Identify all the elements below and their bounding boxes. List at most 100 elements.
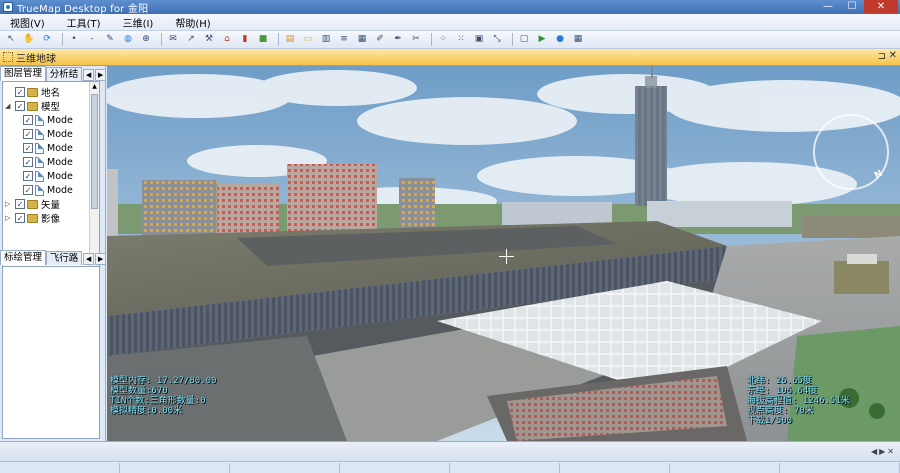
toolbar-separator <box>62 33 63 46</box>
toolbar-separator <box>512 33 513 46</box>
hud-line: 下载1/500 <box>747 416 793 426</box>
ruler-icon[interactable]: ▥ <box>319 33 333 46</box>
status-cell <box>780 463 900 473</box>
close-button[interactable]: ✕ <box>864 0 898 13</box>
menu-tools[interactable]: 工具(T) <box>56 15 112 30</box>
menu-3d[interactable]: 三维(I) <box>112 15 165 30</box>
layer-label: Mode <box>47 142 73 154</box>
tab-left-arrow-icon[interactable]: ◀ <box>83 69 95 81</box>
zoom-icon[interactable]: ⊕ <box>139 33 153 46</box>
layer-tree-item[interactable]: ✓ Mode <box>23 169 73 183</box>
layer-checkbox[interactable]: ✓ <box>15 213 25 223</box>
edit-icon[interactable]: ✎ <box>103 33 117 46</box>
scatter2-icon[interactable]: ⁙ <box>454 33 468 46</box>
tab-analysis[interactable]: 分析结 <box>45 67 83 81</box>
globe-blue-icon[interactable]: ● <box>553 33 567 46</box>
grid-icon[interactable]: ▦ <box>571 33 585 46</box>
wrench-icon[interactable]: ⚒ <box>202 33 216 46</box>
status-cell <box>560 463 670 473</box>
dash-icon[interactable]: ‐ <box>85 33 99 46</box>
window-icon[interactable]: ▢ <box>517 33 531 46</box>
layer-tree-item[interactable]: ◢ ✓ 模型 <box>5 99 60 113</box>
layer-checkbox[interactable]: ✓ <box>15 87 25 97</box>
layers-orange-icon[interactable]: ▤ <box>283 33 297 46</box>
minimize-button[interactable]: — <box>816 0 840 13</box>
layer-tree-item[interactable]: ▷ ✓ 矢量 <box>5 197 60 211</box>
export-icon[interactable]: ▶ <box>535 33 549 46</box>
layer-tabs: 图层管理 分析结 ◀ ▶ <box>0 66 106 81</box>
file-icon <box>35 184 44 196</box>
layer-label: 影像 <box>41 214 61 225</box>
layer-tree-item[interactable]: ✓ Mode <box>23 183 73 197</box>
tab-label-manager[interactable]: 标绘管理 <box>0 250 46 265</box>
hud-line: 模型数量:670 <box>110 386 168 396</box>
camera-icon[interactable]: ▣ <box>472 33 486 46</box>
status-cell <box>120 463 230 473</box>
file-icon <box>35 170 44 182</box>
hand-icon[interactable]: ✋ <box>22 33 36 46</box>
toolbar-separator <box>431 33 432 46</box>
folder-open-icon[interactable]: ▭ <box>301 33 315 46</box>
maximize-button[interactable]: ☐ <box>840 0 864 13</box>
layer-tree-item[interactable]: ✓ 地名 <box>5 85 60 99</box>
document-title[interactable]: 三维地球 <box>16 50 56 65</box>
tab-flight-path[interactable]: 飞行路 <box>45 251 83 265</box>
house-red-icon[interactable]: ⌂ <box>220 33 234 46</box>
layer-checkbox[interactable]: ✓ <box>23 129 33 139</box>
file-icon <box>35 128 44 140</box>
layer-checkbox[interactable]: ✓ <box>23 185 33 195</box>
status-cell <box>340 463 450 473</box>
status-cell <box>670 463 780 473</box>
globe-icon[interactable]: ◍ <box>121 33 135 46</box>
layer-tree-item[interactable]: ✓ Mode <box>23 113 73 127</box>
chart-icon[interactable]: ▦ <box>355 33 369 46</box>
left-panel: 图层管理 分析结 ◀ ▶ ✓ 地名 ◢ ✓ 模型 ✓ Mode ✓ Mode ✓ Mode ✓ Mode… <box>0 66 106 441</box>
layer-tree-item[interactable]: ✓ Mode <box>23 155 73 169</box>
compass-icon[interactable]: N <box>813 114 889 190</box>
doc-icon <box>3 52 13 62</box>
layer-checkbox[interactable]: ✓ <box>23 115 33 125</box>
tab2-left-arrow-icon[interactable]: ◀ <box>83 253 95 265</box>
scatter-icon[interactable]: ⁘ <box>436 33 450 46</box>
pin-icon[interactable]: ⊐ <box>878 51 886 62</box>
cursor-tool-icon[interactable]: ↗ <box>184 33 198 46</box>
mail-icon[interactable]: ✉ <box>166 33 180 46</box>
app-icon <box>3 2 13 12</box>
menu-help[interactable]: 帮助(H) <box>164 15 221 30</box>
tab-layer-manager[interactable]: 图层管理 <box>0 66 46 81</box>
layer-tree-item[interactable]: ✓ Mode <box>23 141 73 155</box>
dot-icon[interactable]: • <box>67 33 81 46</box>
layer-checkbox[interactable]: ✓ <box>23 171 33 181</box>
pen-icon[interactable]: ✒ <box>391 33 405 46</box>
expand-arrow-icon[interactable]: ◢ <box>5 102 12 110</box>
expand-arrow-icon[interactable]: ▷ <box>5 200 12 208</box>
layer-checkbox[interactable]: ✓ <box>23 157 33 167</box>
tab-right-arrow-icon[interactable]: ▶ <box>95 69 106 81</box>
tab2-right-arrow-icon[interactable]: ▶ <box>95 253 106 265</box>
3d-viewport[interactable]: N 模型内存: 17.27/80.00 模型数量:670 TIN个数:三角形数量… <box>107 66 900 441</box>
cut-icon[interactable]: ✂ <box>409 33 423 46</box>
brush-icon[interactable]: ✐ <box>373 33 387 46</box>
window-title: TrueMap Desktop for 金阳 <box>17 3 149 15</box>
move-icon[interactable]: ⤡ <box>490 33 504 46</box>
layer-checkbox[interactable]: ✓ <box>15 101 25 111</box>
cube-green-icon[interactable]: ■ <box>256 33 270 46</box>
layer-checkbox[interactable]: ✓ <box>15 199 25 209</box>
tower <box>635 66 667 206</box>
title-bar: TrueMap Desktop for 金阳 — ☐ ✕ <box>0 0 900 15</box>
menu-view[interactable]: 视图(V) <box>0 15 56 30</box>
scroll-up-icon[interactable]: ▲ <box>90 82 99 92</box>
bookmark-red-icon[interactable]: ▮ <box>238 33 252 46</box>
strip-nav-icons[interactable]: ◀▶✕ <box>871 447 896 456</box>
scroll-thumb[interactable] <box>91 94 98 209</box>
expand-arrow-icon[interactable]: ▷ <box>5 214 12 222</box>
folder-icon <box>27 199 38 209</box>
label-tabs: 标绘管理 飞行路 ◀ ▶ <box>0 250 106 265</box>
select-arrow-icon[interactable]: ↖ <box>4 33 18 46</box>
measure-icon[interactable]: ≡ <box>337 33 351 46</box>
layer-checkbox[interactable]: ✓ <box>23 143 33 153</box>
doc-close-icon[interactable]: ✕ <box>889 50 897 61</box>
layer-tree-item[interactable]: ▷ ✓ 影像 <box>5 211 60 225</box>
layer-tree-item[interactable]: ✓ Mode <box>23 127 73 141</box>
refresh-icon[interactable]: ⟳ <box>40 33 54 46</box>
